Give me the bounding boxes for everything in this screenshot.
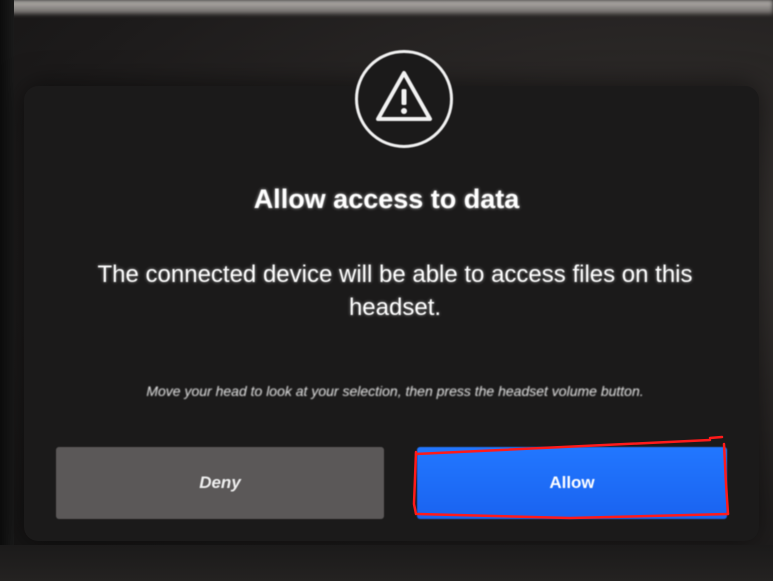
background-floor	[0, 545, 773, 581]
background-edge	[0, 0, 14, 581]
dialog-message: The connected device will be able to acc…	[97, 261, 693, 321]
selection-hint: Move your head to look at your selection…	[146, 383, 644, 399]
headset-screen: Allow access to data The connected devic…	[0, 0, 773, 581]
dialog-title: Allow access to data	[253, 184, 520, 214]
warning-triangle-icon	[376, 71, 432, 121]
deny-button-label: Deny	[199, 473, 241, 492]
deny-button[interactable]: Deny	[56, 447, 384, 519]
allow-button[interactable]: Allow	[417, 447, 727, 519]
background-ceiling	[0, 0, 773, 14]
warning-icon	[355, 50, 453, 148]
allow-button-label: Allow	[549, 473, 595, 492]
